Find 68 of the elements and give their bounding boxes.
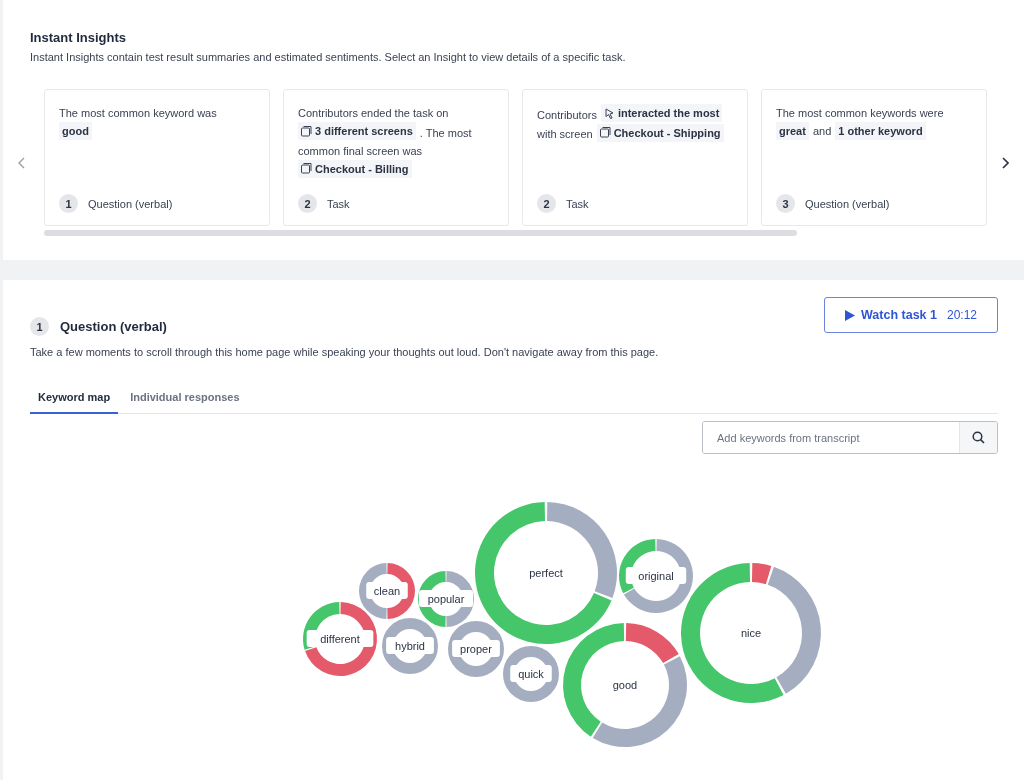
keyword-search-field[interactable]: Add keywords from transcript xyxy=(702,421,998,454)
chevron-right-icon xyxy=(1002,156,1009,169)
keyword-ring[interactable] xyxy=(448,621,504,677)
keyword-label: quick xyxy=(510,665,552,682)
donut-slice[interactable] xyxy=(767,566,821,694)
step-number: 2 xyxy=(537,194,556,213)
insight-card[interactable]: The most common keywords were great and 1 other keyword 3 Question (verbal) xyxy=(761,89,987,226)
keyword-tag[interactable]: 1 other keyword xyxy=(835,122,926,140)
tab[interactable]: Individual responses xyxy=(122,383,248,414)
step-number: 2 xyxy=(298,194,317,213)
insight-text: The most common keyword was xyxy=(59,106,217,121)
search-icon xyxy=(972,431,985,444)
scrollbar[interactable] xyxy=(44,230,797,236)
insight-card[interactable]: Contributors interacted the most with screen Checkout - Shipping 2 Task xyxy=(522,89,748,226)
keyword-ring[interactable] xyxy=(382,618,438,674)
screens-icon xyxy=(301,163,312,174)
donut-slice[interactable] xyxy=(681,563,784,703)
question-title: Question (verbal) xyxy=(60,319,167,334)
donut-slice[interactable] xyxy=(751,563,772,585)
donut-slice[interactable] xyxy=(623,539,693,613)
screens-icon xyxy=(599,127,611,138)
keyword-ring[interactable] xyxy=(503,646,559,702)
keyword-label: popular xyxy=(418,590,474,607)
keyword-label: hybrid xyxy=(386,637,434,654)
play-icon xyxy=(845,309,855,321)
insight-text: Contributors xyxy=(537,107,597,123)
screens-icon xyxy=(301,125,312,137)
insight-card[interactable]: The most common keyword was good 1 Question (verbal) xyxy=(44,89,270,226)
insight-text: Contributors ended the task on xyxy=(298,106,449,121)
task-type: Question (verbal) xyxy=(88,197,173,210)
chevron-left-icon xyxy=(18,156,25,169)
step-number: 1 xyxy=(59,194,78,213)
insight-text: The most common keywords were xyxy=(776,106,944,121)
screen-tag[interactable]: Checkout - Shipping xyxy=(596,123,724,142)
keyword-label: nice xyxy=(740,627,762,639)
screen-tag[interactable]: Checkout - Billing xyxy=(298,159,412,178)
donut-slice[interactable] xyxy=(305,602,377,676)
keyword-label: clean xyxy=(366,582,408,599)
insight-text: . The most xyxy=(419,125,472,141)
keyword-label: different xyxy=(306,630,374,647)
interaction-tag[interactable]: interacted the most xyxy=(600,104,723,122)
insight-text: common final screen was xyxy=(298,143,423,159)
donut-slice[interactable] xyxy=(475,502,612,644)
click-icon xyxy=(603,107,615,119)
keyword-tag[interactable]: good xyxy=(59,122,92,140)
step-number: 3 xyxy=(776,194,795,213)
search-button[interactable] xyxy=(959,422,997,453)
task-type: Task xyxy=(566,197,589,210)
insight-card[interactable]: Contributors ended the task on 3 different screens . The most common final screen was Checkout - Billing 2 Task xyxy=(283,89,509,226)
task-type: Task xyxy=(327,197,350,210)
keyword-tag[interactable]: great xyxy=(776,122,809,140)
task-type: Question (verbal) xyxy=(805,197,890,210)
keyword-label: good xyxy=(612,679,638,691)
watch-task-button[interactable]: Watch task 1 20:12 xyxy=(824,297,998,333)
donut-slice[interactable] xyxy=(592,656,687,747)
tab[interactable]: Keyword map xyxy=(30,383,119,414)
insight-text: and xyxy=(812,124,832,139)
keyword-label: proper xyxy=(452,640,500,657)
screen-tag[interactable]: 3 different screens xyxy=(298,122,416,140)
question-description: Take a few moments to scroll through this home page while speaking your thoughts out loud. Don't navigate away from this page. xyxy=(30,346,660,358)
keyword-label: original xyxy=(625,567,687,584)
section-title: Instant Insights xyxy=(30,30,128,45)
section-description: Instant Insights contain test result summaries and estimated sentiments. Select an Insight to view details of a specific task. xyxy=(30,51,627,63)
task-duration: 20:12 xyxy=(946,308,977,322)
insight-text: with screen xyxy=(537,127,593,142)
donut-slice[interactable] xyxy=(625,623,679,664)
keyword-label: perfect xyxy=(529,567,563,579)
step-number: 1 xyxy=(30,317,49,336)
